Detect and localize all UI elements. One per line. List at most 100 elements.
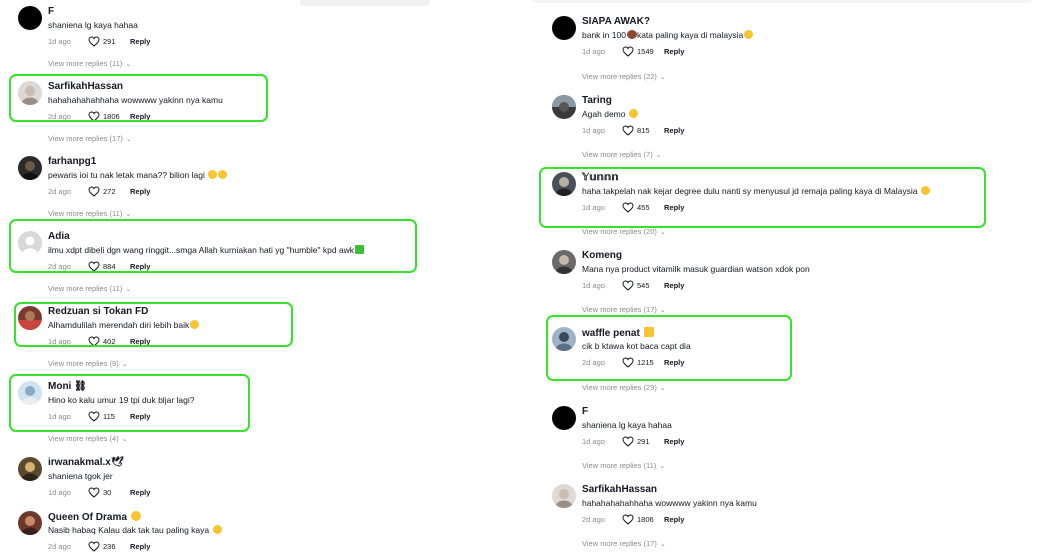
comment-text: hahahahahahhaha wowwww yakinn nya kamu	[582, 498, 757, 508]
avatar[interactable]	[552, 250, 576, 274]
laughing-emoji-icon	[208, 170, 218, 179]
comment-text-content: pewaris ioi tu nak letak mana?? bilion l…	[48, 170, 205, 180]
like-count: 1549	[637, 47, 654, 56]
view-more-label: View more replies (22)	[582, 72, 657, 81]
comment-text: Nasib habaq Kalau dak tak tau paling kay…	[48, 525, 222, 536]
like-count: 30	[103, 488, 112, 497]
highlight-box	[14, 302, 293, 347]
reply-button[interactable]: Reply	[130, 488, 150, 498]
person-emoji-icon	[626, 30, 637, 39]
comment-text-content: Nasib habaq Kalau dak tak tau paling kay…	[48, 525, 210, 535]
avatar[interactable]	[552, 406, 576, 430]
view-more-label: View more replies (20)	[582, 227, 657, 236]
avatar[interactable]	[552, 484, 576, 508]
reply-button[interactable]: Reply	[130, 37, 150, 47]
comment-text: bank in 100 kata paling kaya di malaysia	[582, 30, 754, 41]
comment-text-content: Agah demo	[582, 109, 626, 119]
view-more-label: View more replies (9)	[48, 359, 119, 368]
comment-date: 2d ago	[582, 515, 605, 524]
view-more-replies[interactable]: View more replies (9) ⌄	[48, 359, 128, 370]
heart-outline-icon[interactable]	[622, 46, 634, 57]
comment-date: 1d ago	[48, 37, 71, 46]
comment-username[interactable]: Queen Of Drama	[48, 511, 141, 524]
reply-button[interactable]: Reply	[664, 126, 684, 136]
comment-username[interactable]: irwanakmal.x🕊	[48, 457, 124, 469]
comment-text: shaniena tgok jer	[48, 471, 113, 481]
avatar[interactable]	[18, 6, 42, 30]
avatar[interactable]	[18, 156, 42, 180]
laughing-emoji-icon	[218, 170, 228, 179]
reply-button[interactable]: Reply	[664, 281, 684, 291]
comment-date: 1d ago	[582, 437, 605, 446]
chevron-down-icon: ⌄	[121, 436, 128, 443]
avatar[interactable]	[18, 511, 42, 535]
heart-outline-icon[interactable]	[622, 436, 634, 447]
heart-outline-icon[interactable]	[622, 514, 634, 525]
view-more-replies[interactable]: View more replies (22) ⌄	[582, 72, 666, 83]
comment-username[interactable]: SIAPA AWAK?	[582, 16, 650, 28]
chevron-down-icon: ⌄	[125, 286, 132, 293]
like-count: 272	[103, 187, 116, 196]
highlight-box	[539, 167, 986, 228]
comment-username[interactable]: SarfikahHassan	[582, 484, 657, 496]
chevron-down-icon: ⌄	[125, 61, 132, 68]
avatar[interactable]	[552, 95, 576, 119]
comment-username[interactable]: F	[582, 406, 588, 418]
reply-button[interactable]: Reply	[664, 47, 684, 57]
comment-username[interactable]: farhanpg1	[48, 156, 96, 168]
like-count: 291	[637, 437, 650, 446]
view-more-label: View more replies (17)	[48, 134, 123, 143]
heart-outline-icon[interactable]	[88, 36, 100, 47]
search-bar-edge	[300, 0, 430, 6]
username-text: Queen Of Drama	[48, 512, 127, 523]
view-more-label: View more replies (11)	[48, 59, 123, 68]
view-more-label: View more replies (17)	[582, 539, 657, 548]
grinning-emoji-icon	[212, 525, 222, 534]
comment-text: Mana nya product vitamilk masuk guardian…	[582, 264, 810, 274]
search-bar-edge	[532, 0, 1032, 3]
chevron-down-icon: ⌄	[659, 541, 666, 548]
view-more-label: View more replies (4)	[48, 434, 119, 443]
right-comment-panel: SIAPA AWAK? bank in 100 kata paling kaya …	[532, 0, 1052, 560]
comment-username[interactable]: F	[48, 6, 54, 18]
view-more-replies[interactable]: View more replies (29) ⌄	[582, 383, 666, 394]
highlight-box	[9, 374, 250, 432]
heart-outline-icon[interactable]	[622, 280, 634, 291]
avatar[interactable]	[552, 16, 576, 40]
view-more-label: View more replies (7)	[582, 150, 653, 159]
reply-button[interactable]: Reply	[664, 515, 684, 525]
crying-emoji-icon	[130, 511, 141, 521]
chevron-down-icon: ⌄	[659, 463, 666, 470]
heart-outline-icon[interactable]	[88, 487, 100, 498]
comment-date: 1d ago	[48, 488, 71, 497]
reply-button[interactable]: Reply	[130, 187, 150, 197]
view-more-replies[interactable]: View more replies (4) ⌄	[48, 434, 128, 445]
heart-outline-icon[interactable]	[88, 186, 100, 197]
view-more-replies[interactable]: View more replies (11) ⌄	[48, 284, 131, 295]
view-more-replies[interactable]: View more replies (17) ⌄	[582, 539, 666, 550]
view-more-replies[interactable]: View more replies (11) ⌄	[582, 461, 665, 472]
comment-text: pewaris ioi tu nak letak mana?? bilion l…	[48, 170, 228, 181]
view-more-replies[interactable]: View more replies (7) ⌄	[582, 150, 662, 161]
comment-username[interactable]: Komeng	[582, 250, 622, 262]
heart-eyes-emoji-icon	[628, 109, 638, 118]
comment-date: 2d ago	[48, 187, 71, 196]
highlight-box	[9, 74, 268, 122]
like-count: 545	[637, 281, 650, 290]
view-more-label: View more replies (17)	[582, 305, 657, 314]
comment-text: shaniena lg kaya hahaa	[48, 20, 138, 30]
reply-button[interactable]: Reply	[664, 437, 684, 447]
view-more-replies[interactable]: View more replies (17) ⌄	[48, 134, 132, 145]
comment-text: Agah demo	[582, 109, 638, 120]
view-more-replies[interactable]: View more replies (11) ⌄	[48, 59, 131, 70]
highlight-box	[546, 315, 792, 381]
highlight-box	[9, 219, 417, 273]
chevron-down-icon: ⌄	[659, 74, 666, 81]
heart-outline-icon[interactable]	[88, 541, 100, 552]
avatar[interactable]	[18, 457, 42, 481]
comment-username[interactable]: Taring	[582, 95, 612, 107]
comment-text-before: bank in 100	[582, 30, 626, 40]
reply-button[interactable]: Reply	[130, 542, 150, 552]
view-more-replies[interactable]: View more replies (20) ⌄	[582, 227, 666, 238]
heart-outline-icon[interactable]	[622, 125, 634, 136]
